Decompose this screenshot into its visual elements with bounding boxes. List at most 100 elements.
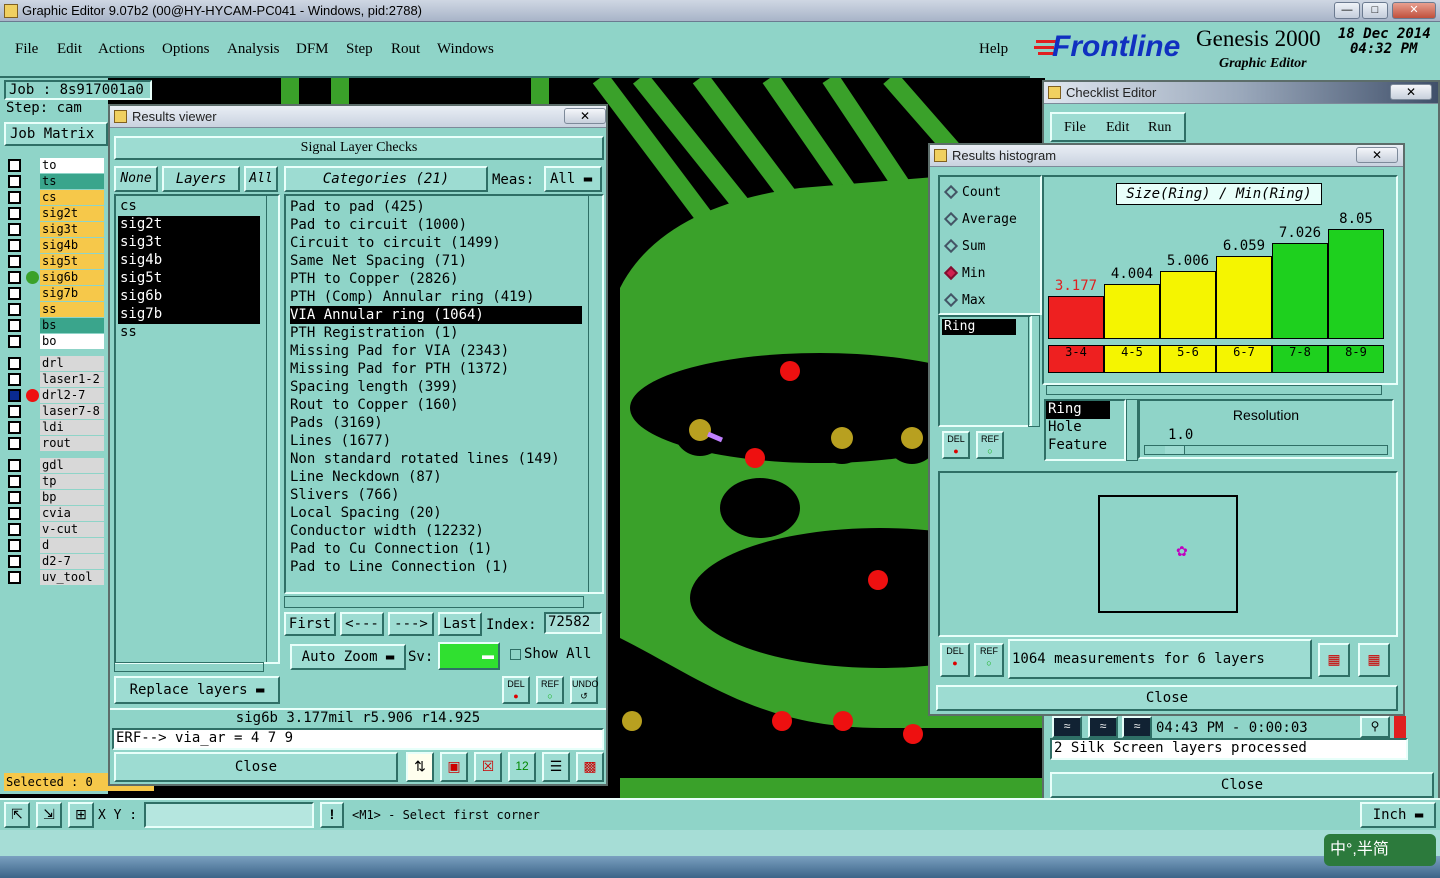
- layer-row[interactable]: laser1-2: [8, 372, 104, 387]
- layer-row[interactable]: v-cut: [8, 522, 104, 537]
- resolution-slider[interactable]: [1144, 445, 1388, 455]
- checklist-menu-run[interactable]: Run: [1148, 120, 1171, 136]
- histogram-icon[interactable]: ▩: [576, 752, 604, 782]
- layer-name[interactable]: sig4b: [40, 238, 104, 253]
- results-layer-item[interactable]: sig7b: [118, 306, 260, 324]
- histogram-bar[interactable]: [1104, 284, 1160, 339]
- histogram-close-icon[interactable]: ✕: [1356, 147, 1398, 163]
- layer-checkbox[interactable]: [8, 223, 21, 236]
- category-item[interactable]: Line Neckdown (87): [290, 468, 442, 486]
- category-item[interactable]: Conductor width (12232): [290, 522, 484, 540]
- layer-name[interactable]: sig5t: [40, 254, 104, 269]
- layer-checkbox[interactable]: [8, 539, 21, 552]
- layer-checkbox[interactable]: [8, 507, 21, 520]
- sv-select[interactable]: ▬: [438, 642, 500, 670]
- layer-checkbox[interactable]: [8, 239, 21, 252]
- layer-name[interactable]: rout: [40, 436, 104, 451]
- layer-checkbox[interactable]: [8, 357, 21, 370]
- category-item[interactable]: Pads (3169): [290, 414, 383, 432]
- layer-checkbox[interactable]: [8, 555, 21, 568]
- minimize-icon[interactable]: —: [1334, 2, 1360, 19]
- layer-row[interactable]: laser7-8: [8, 404, 104, 419]
- layer-name[interactable]: drl: [40, 356, 104, 371]
- layer-row[interactable]: d: [8, 538, 104, 553]
- replace-layers-button[interactable]: Replace layers ▬: [114, 676, 280, 704]
- layer-checkbox[interactable]: [8, 523, 21, 536]
- bin-label[interactable]: 8-9: [1328, 345, 1384, 373]
- first-button[interactable]: First: [284, 612, 336, 636]
- category-item[interactable]: Non standard rotated lines (149): [290, 450, 560, 468]
- bin-label[interactable]: 7-8: [1272, 345, 1328, 373]
- report-icon[interactable]: ☰: [542, 752, 570, 782]
- layer-name[interactable]: v-cut: [40, 522, 104, 537]
- category-item[interactable]: Circuit to circuit (1499): [290, 234, 501, 252]
- del-button[interactable]: DEL ●: [502, 676, 530, 704]
- mode-option[interactable]: Average: [940, 210, 1040, 230]
- number-icon[interactable]: 12: [508, 752, 536, 782]
- zoom-icon[interactable]: ⇱: [4, 802, 30, 828]
- layer-row[interactable]: drl2-7: [8, 388, 104, 403]
- layer-checkbox[interactable]: [8, 571, 21, 584]
- job-matrix-button[interactable]: Job Matrix: [4, 122, 108, 146]
- layer-select-list[interactable]: cs sig2t sig3t sig4b sig5t sig6b sig7b ss: [114, 194, 280, 664]
- layer-name[interactable]: to: [40, 158, 104, 173]
- preview-ref-button[interactable]: REF ○: [974, 643, 1004, 677]
- ref-button[interactable]: REF ○: [536, 676, 564, 704]
- param-item[interactable]: Ring: [1046, 401, 1110, 419]
- layer-row[interactable]: bp: [8, 490, 104, 505]
- category-list[interactable]: Pad to pad (425) Pad to circuit (1000) Cir…: [284, 194, 604, 594]
- menu-help[interactable]: Help: [979, 41, 1008, 58]
- cl-action2-icon[interactable]: ≈: [1088, 716, 1118, 738]
- category-list-hscrollbar[interactable]: [284, 596, 584, 608]
- checklist-menu-file[interactable]: File: [1064, 120, 1086, 136]
- layer-row[interactable]: uv_tool: [8, 570, 104, 585]
- layer-name[interactable]: bp: [40, 490, 104, 505]
- undo-button[interactable]: UNDO ↺: [570, 676, 599, 704]
- layer-row[interactable]: ts: [8, 174, 104, 189]
- category-item[interactable]: Lines (1677): [290, 432, 391, 450]
- layer-checkbox[interactable]: [8, 437, 21, 450]
- all-button[interactable]: All: [244, 166, 278, 192]
- layer-checkbox[interactable]: [8, 405, 21, 418]
- category-item[interactable]: Pad to Cu Connection (1): [290, 540, 492, 558]
- menu-rout[interactable]: Rout: [391, 41, 420, 58]
- layer-checkbox[interactable]: [8, 159, 21, 172]
- layer-name[interactable]: d2-7: [40, 554, 104, 569]
- chart-hscrollbar[interactable]: [1046, 385, 1382, 395]
- results-close-button[interactable]: Close: [114, 752, 398, 782]
- export-icon[interactable]: ▣: [440, 752, 468, 782]
- menu-file[interactable]: File: [15, 41, 38, 58]
- radio-icon[interactable]: [943, 238, 959, 254]
- category-item[interactable]: Missing Pad for VIA (2343): [290, 342, 509, 360]
- layer-checkbox[interactable]: [8, 287, 21, 300]
- param-item[interactable]: Feature: [1046, 437, 1124, 455]
- item-list-scrollbar[interactable]: [1028, 315, 1040, 427]
- category-item[interactable]: Rout to Copper (160): [290, 396, 459, 414]
- units-select[interactable]: Inch ▬: [1360, 802, 1436, 828]
- sort-icon[interactable]: ⇅: [406, 752, 434, 782]
- menu-options[interactable]: Options: [162, 41, 210, 58]
- maximize-icon[interactable]: □: [1362, 2, 1388, 19]
- layer-row[interactable]: tp: [8, 474, 104, 489]
- layer-checkbox[interactable]: [8, 389, 21, 402]
- layer-name[interactable]: ss: [40, 302, 104, 317]
- layer-row[interactable]: gdl: [8, 458, 104, 473]
- zoom-select-icon[interactable]: ▦: [1358, 643, 1390, 677]
- layer-checkbox[interactable]: [8, 335, 21, 348]
- prev-button[interactable]: <---: [340, 612, 384, 636]
- category-item[interactable]: VIA Annular ring (1064): [290, 306, 582, 324]
- layer-name[interactable]: sig2t: [40, 206, 104, 221]
- layer-checkbox[interactable]: [8, 459, 21, 472]
- next-button[interactable]: --->: [388, 612, 434, 636]
- hist-del-button[interactable]: DEL ●: [942, 431, 970, 459]
- mode-option[interactable]: Min: [940, 264, 1040, 284]
- results-viewer-close-icon[interactable]: ✕: [564, 108, 606, 124]
- show-all-checkbox[interactable]: [510, 649, 521, 660]
- mode-option[interactable]: Count: [940, 183, 1040, 203]
- layer-name[interactable]: ldi: [40, 420, 104, 435]
- grid-icon[interactable]: ⊞: [68, 802, 94, 828]
- bin-label[interactable]: 6-7: [1216, 345, 1272, 373]
- category-item[interactable]: Pad to pad (425): [290, 198, 425, 216]
- category-item[interactable]: PTH to Copper (2826): [290, 270, 459, 288]
- layer-name[interactable]: sig6b: [40, 270, 104, 285]
